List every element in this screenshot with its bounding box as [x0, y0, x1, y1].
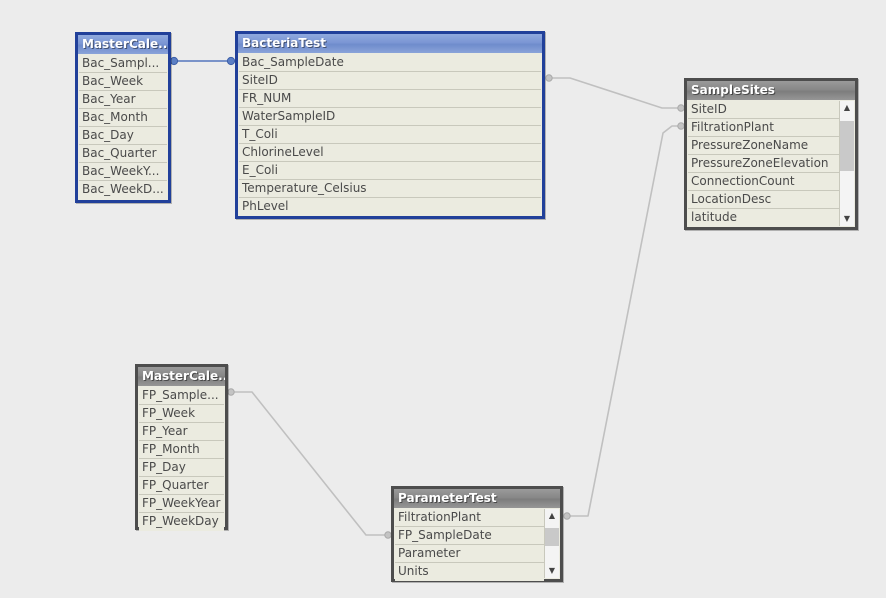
table-title-samplesites[interactable]: SampleSites [687, 81, 855, 100]
scrollbar-track[interactable] [840, 115, 854, 212]
table-field[interactable]: Bac_Day [79, 127, 167, 145]
table-field[interactable]: FiltrationPlant [395, 509, 544, 527]
scroll-up-icon[interactable]: ▲ [840, 101, 854, 115]
relationship-endpoint[interactable] [227, 388, 235, 396]
table-field[interactable]: ChlorineLevel [239, 144, 541, 162]
scrollbar-thumb[interactable] [840, 121, 854, 171]
table-field[interactable]: LocationDesc [688, 191, 839, 209]
table-field[interactable]: Parameter [395, 545, 544, 563]
table-field[interactable]: SiteID [688, 101, 839, 119]
table-box-parametertest[interactable]: ParameterTest FiltrationPlant FP_SampleDat… [391, 486, 563, 582]
table-field[interactable]: Temperature_Celsius [239, 180, 541, 198]
table-fields-mastercalendar-bac: Bac_Sampl... Bac_Week Bac_Year Bac_Month Bac… [78, 54, 168, 200]
table-box-mastercalendar-fp[interactable]: MasterCale... FP_Sample... FP_Week FP_Year F… [135, 364, 228, 531]
table-field[interactable]: PhLevel [239, 198, 541, 216]
table-field[interactable]: PressureZoneName [688, 137, 839, 155]
scrollbar-track[interactable] [545, 523, 559, 564]
table-fields-bacteriatest: Bac_SampleDate SiteID FR_NUM WaterSampleID T… [238, 53, 542, 216]
table-field[interactable]: PressureZoneElevation [688, 155, 839, 173]
table-box-bacteriatest[interactable]: BacteriaTest Bac_SampleDate SiteID FR_NUM Wa… [235, 31, 545, 219]
field-list-samplesites: SiteID FiltrationPlant PressureZoneName Pre… [688, 101, 839, 227]
table-field[interactable]: Bac_Quarter [79, 145, 167, 163]
table-fields-parametertest: FiltrationPlant FP_SampleDate Parameter Uni… [394, 508, 560, 581]
table-field[interactable]: Bac_Week [79, 73, 167, 91]
table-field[interactable]: Bac_WeekD... [79, 181, 167, 199]
table-field[interactable]: Bac_Sampl... [79, 55, 167, 73]
relationship-line-rel-mastercal-parametertest[interactable] [230, 391, 389, 536]
table-title-mastercalendar-fp[interactable]: MasterCale... [138, 367, 225, 386]
table-field[interactable]: Bac_Year [79, 91, 167, 109]
field-list-mastercalendar-fp: FP_Sample... FP_Week FP_Year FP_Month FP_Day… [139, 387, 224, 531]
field-list-mastercalendar-bac: Bac_Sampl... Bac_Week Bac_Year Bac_Month Bac… [79, 55, 167, 199]
table-field[interactable]: FP_WeekDay [139, 513, 224, 531]
table-field[interactable]: FP_WeekYear [139, 495, 224, 513]
table-field[interactable]: FP_Quarter [139, 477, 224, 495]
table-title-parametertest[interactable]: ParameterTest [394, 489, 560, 508]
table-field[interactable]: Bac_WeekY... [79, 163, 167, 181]
table-field[interactable]: FR_NUM [239, 90, 541, 108]
scrollbar-thumb[interactable] [545, 528, 559, 546]
table-fields-samplesites: SiteID FiltrationPlant PressureZoneName Pre… [687, 100, 855, 227]
relationship-endpoint[interactable] [563, 512, 571, 520]
table-field[interactable]: WaterSampleID [239, 108, 541, 126]
table-field[interactable]: E_Coli [239, 162, 541, 180]
table-field[interactable]: FP_Day [139, 459, 224, 477]
relationship-line-rel-bacteria-samplesites[interactable] [548, 77, 682, 109]
diagram-canvas[interactable]: MasterCale... Bac_Sampl... Bac_Week Bac_Yea… [0, 0, 886, 598]
vertical-scrollbar-parametertest[interactable]: ▲ ▼ [544, 509, 559, 578]
relationship-endpoint[interactable] [545, 74, 553, 82]
table-field[interactable]: Bac_SampleDate [239, 54, 541, 72]
table-fields-mastercalendar-fp: FP_Sample... FP_Week FP_Year FP_Month FP_Day… [138, 386, 225, 531]
vertical-scrollbar-samplesites[interactable]: ▲ ▼ [839, 101, 854, 226]
table-field[interactable]: ConnectionCount [688, 173, 839, 191]
table-title-bacteriatest[interactable]: BacteriaTest [238, 34, 542, 53]
table-field[interactable]: FP_Week [139, 405, 224, 423]
table-field[interactable]: FiltrationPlant [688, 119, 839, 137]
relationship-endpoint[interactable] [169, 56, 179, 66]
relationship-line-rel-parametertest-samplesites[interactable] [566, 125, 682, 517]
table-field[interactable]: T_Coli [239, 126, 541, 144]
scroll-down-icon[interactable]: ▼ [840, 212, 854, 226]
table-box-mastercalendar-bac[interactable]: MasterCale... Bac_Sampl... Bac_Week Bac_Yea… [75, 32, 171, 203]
table-field[interactable]: SiteID [239, 72, 541, 90]
scroll-up-icon[interactable]: ▲ [545, 509, 559, 523]
table-field[interactable]: FP_SampleDate [395, 527, 544, 545]
table-box-samplesites[interactable]: SampleSites SiteID FiltrationPlant Pressure… [684, 78, 858, 230]
table-field[interactable]: FP_Year [139, 423, 224, 441]
scroll-down-icon[interactable]: ▼ [545, 564, 559, 578]
table-title-mastercalendar-bac[interactable]: MasterCale... [78, 35, 168, 54]
table-field[interactable]: FP_Month [139, 441, 224, 459]
table-field[interactable]: Units [395, 563, 544, 581]
relationship-endpoint[interactable] [226, 56, 236, 66]
table-field[interactable]: Bac_Month [79, 109, 167, 127]
table-field[interactable]: latitude [688, 209, 839, 227]
field-list-bacteriatest: Bac_SampleDate SiteID FR_NUM WaterSampleID T… [239, 54, 541, 216]
table-field[interactable]: FP_Sample... [139, 387, 224, 405]
field-list-parametertest: FiltrationPlant FP_SampleDate Parameter Uni… [395, 509, 544, 581]
